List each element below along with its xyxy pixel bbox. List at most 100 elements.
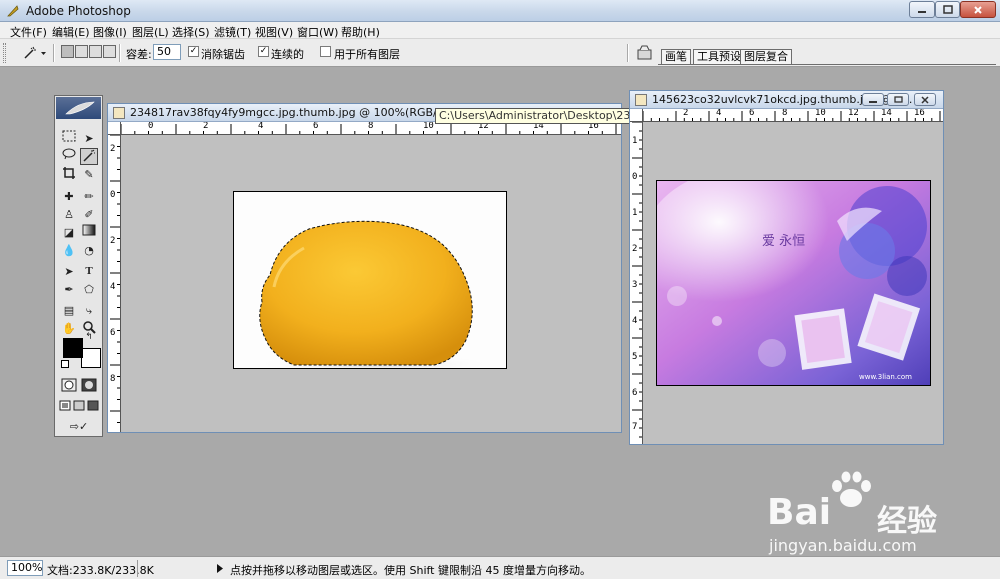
ruler-label: 4 (110, 282, 116, 292)
add-to-selection-button[interactable] (75, 45, 88, 58)
ruler-label: 2 (683, 109, 689, 118)
document-icon (113, 107, 125, 119)
dodge-tool-icon[interactable]: ◔ (80, 242, 98, 259)
contiguous-checkbox[interactable]: ✓ (258, 46, 269, 57)
vertical-ruler[interactable]: 1 0 1 2 3 4 5 6 7 (630, 122, 643, 444)
ruler-label: 3 (632, 280, 638, 290)
status-menu-arrow-icon[interactable] (217, 564, 223, 573)
menu-edit[interactable]: 编辑(E) (52, 24, 90, 40)
magic-wand-tool-icon[interactable] (80, 148, 98, 165)
image-caption: 爱 永恒 (762, 234, 805, 249)
background-color-swatch[interactable] (81, 348, 101, 368)
ruler-origin[interactable] (108, 122, 121, 135)
crop-tool-icon[interactable] (60, 166, 78, 183)
menu-help[interactable]: 帮助(H) (341, 24, 380, 40)
ruler-label: 10 (423, 122, 434, 131)
path-selection-icon[interactable]: ➤ (60, 263, 78, 280)
ruler-label: 0 (110, 190, 116, 200)
file-browser-icon[interactable] (636, 44, 654, 62)
image-url: www.3lian.com (859, 373, 912, 381)
close-button[interactable] (960, 1, 996, 18)
tab-tool-presets[interactable]: 工具预设 (693, 49, 745, 64)
tolerance-label: 容差: (126, 48, 152, 61)
type-tool-icon[interactable]: T (80, 263, 98, 280)
full-screen-menu-icon[interactable] (72, 399, 86, 416)
full-screen-icon[interactable] (86, 399, 100, 416)
baidu-jingyan-watermark: Bai 经验 jingyan.baidu.com (765, 470, 990, 555)
gradient-tool-icon[interactable] (80, 224, 98, 241)
new-selection-button[interactable] (61, 45, 74, 58)
minimize-icon (918, 10, 926, 13)
ruler-label: 6 (749, 109, 755, 118)
menu-filter[interactable]: 滤镜(T) (214, 24, 251, 40)
standard-mode-icon[interactable] (60, 378, 78, 395)
doc-close-button[interactable] (914, 93, 936, 106)
intersect-selection-button[interactable] (103, 45, 116, 58)
paw-logo-icon (832, 471, 871, 507)
antialias-checkbox[interactable]: ✓ (188, 46, 199, 57)
options-grip[interactable] (3, 43, 6, 63)
blur-tool-icon[interactable]: 💧 (60, 242, 78, 259)
marquee-tool-icon[interactable] (60, 130, 78, 147)
ruler-label: 0 (632, 172, 638, 182)
doc-minimize-button[interactable] (862, 93, 884, 106)
watermark-brand-cn: 经验 (877, 504, 937, 539)
ruler-label: 7 (632, 422, 638, 432)
document-window-lemon: 234817rav38fqy4fy9mgcc.jpg.thumb.jpg @ 1… (107, 103, 622, 433)
toolbox-header[interactable] (56, 97, 101, 119)
status-bar: 100% 文档:233.8K/233.8K 点按并拖移以移动图层或选区。使用 S… (0, 556, 1000, 579)
shape-tool-icon[interactable]: ⬠ (80, 281, 98, 298)
doc-maximize-button[interactable] (887, 93, 909, 106)
subtract-from-selection-button[interactable] (89, 45, 102, 58)
foreground-color-swatch[interactable] (63, 338, 83, 358)
quick-mask-icon[interactable] (80, 378, 98, 395)
healing-brush-icon[interactable]: ✚ (60, 188, 78, 205)
jump-to-imageready-icon[interactable]: ⇨✓ (60, 418, 98, 435)
horizontal-ruler[interactable]: 2 4 6 8 10 12 14 16 (643, 109, 943, 122)
history-brush-icon[interactable]: ✐ (80, 206, 98, 223)
ruler-label: 12 (848, 109, 859, 118)
maximize-button[interactable] (935, 1, 960, 18)
magic-wand-preset-icon[interactable] (22, 45, 48, 61)
lasso-tool-icon[interactable] (60, 148, 78, 165)
tab-layer-comps[interactable]: 图层复合 (740, 49, 792, 64)
document-titlebar[interactable]: 145623co32uvlcvk71okcd.jpg.thumb.jpg @ 1… (630, 91, 943, 109)
document-window-purple: 145623co32uvlcvk71okcd.jpg.thumb.jpg @ 1… (629, 90, 944, 445)
notes-tool-icon[interactable]: ▤ (60, 302, 78, 319)
zoom-field[interactable]: 100% (7, 560, 43, 576)
menu-layer[interactable]: 图层(L) (132, 24, 169, 40)
canvas-purple[interactable]: 爱 永恒 www.3lian.com (656, 180, 931, 386)
clone-stamp-icon[interactable]: ♙ (60, 206, 78, 223)
menu-image[interactable]: 图像(I) (93, 24, 127, 40)
menu-file[interactable]: 文件(F) (10, 24, 47, 40)
eraser-tool-icon[interactable]: ◪ (60, 224, 78, 241)
ruler-label: 4 (632, 316, 638, 326)
all-layers-label: 用于所有图层 (334, 48, 400, 61)
standard-screen-icon[interactable] (58, 399, 72, 416)
tolerance-input[interactable]: 50 (153, 44, 181, 60)
eyedropper-tool-icon[interactable]: ⤷ (80, 302, 98, 319)
antialias-label: 消除锯齿 (201, 48, 245, 61)
menu-view[interactable]: 视图(V) (255, 24, 293, 40)
watermark-url: jingyan.baidu.com (769, 536, 917, 555)
ruler-label: 8 (782, 109, 788, 118)
status-separator (137, 560, 138, 577)
default-colors-icon[interactable] (61, 360, 69, 368)
vertical-ruler[interactable]: 2 0 2 4 6 8 (108, 135, 121, 432)
ruler-label: 4 (258, 122, 264, 131)
tab-brushes[interactable]: 画笔 (661, 49, 691, 64)
ruler-origin[interactable] (630, 109, 643, 122)
brush-tool-icon[interactable]: ✏ (80, 188, 98, 205)
slice-tool-icon[interactable]: ✎ (80, 166, 98, 183)
lemon-image (254, 220, 494, 368)
purple-floral-image: 爱 永恒 www.3lian.com (657, 181, 930, 385)
canvas-lemon[interactable] (233, 191, 507, 369)
menu-select[interactable]: 选择(S) (172, 24, 210, 40)
minimize-button[interactable] (909, 1, 935, 18)
menu-window[interactable]: 窗口(W) (297, 24, 338, 40)
pen-tool-icon[interactable]: ✒ (60, 281, 78, 298)
hand-tool-icon[interactable]: ✋ (60, 320, 78, 337)
all-layers-checkbox[interactable] (320, 46, 331, 57)
swap-colors-icon[interactable]: ↰ (83, 332, 95, 342)
move-tool-icon[interactable]: ➤ (80, 130, 98, 147)
